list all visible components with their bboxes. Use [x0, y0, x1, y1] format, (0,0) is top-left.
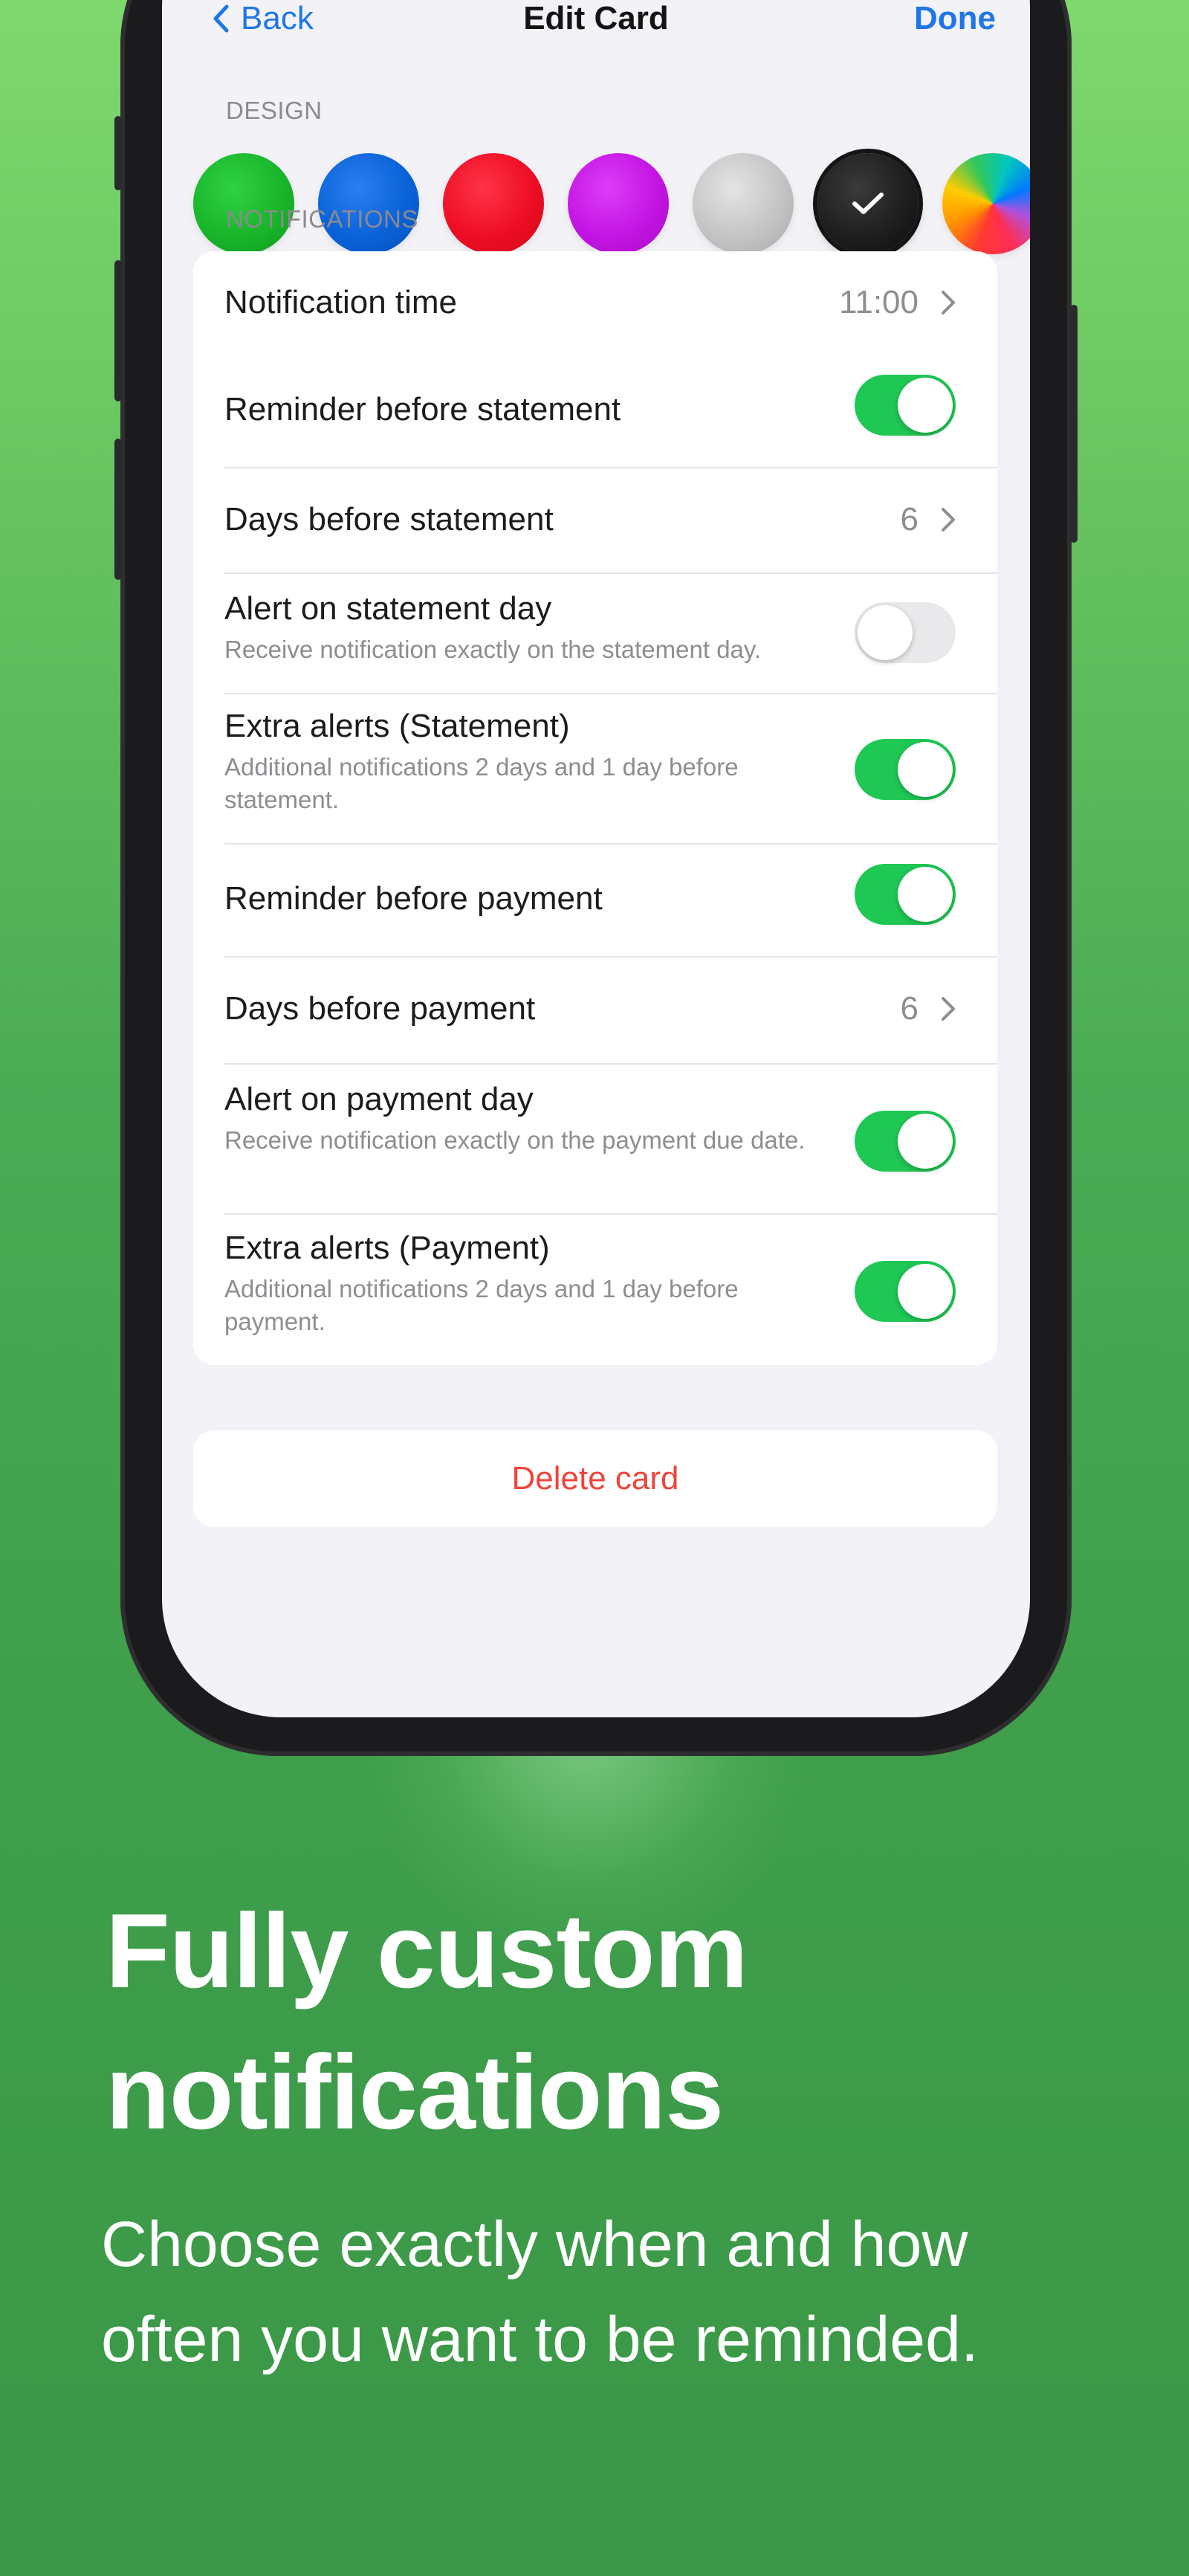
- reminder-before-payment-label: Reminder before payment: [224, 880, 603, 917]
- reminder-before-payment-toggle[interactable]: [855, 864, 956, 925]
- notification-time-value-text: 11:00: [839, 284, 919, 320]
- alert-on-payment-day-toggle[interactable]: [855, 1111, 956, 1172]
- delete-card-button[interactable]: Delete card: [193, 1430, 997, 1527]
- toggle-knob: [898, 378, 953, 433]
- headline-line-2: notifications: [106, 2033, 724, 2151]
- alert-on-statement-day-label: Alert on statement day: [224, 590, 552, 627]
- chevron-right-icon: [942, 997, 955, 1021]
- alert-on-statement-day-description: Receive notification exactly on the stat…: [224, 636, 762, 663]
- extra-alerts-payment-description: Additional notifications 2 days and 1 da…: [224, 1275, 739, 1335]
- headline-line-1: Fully custom: [106, 1892, 748, 2010]
- reminder-before-statement-toggle[interactable]: [855, 375, 956, 436]
- days-before-statement-row[interactable]: Days before statement 6: [193, 468, 997, 572]
- reminder-before-statement-row: Reminder before statement: [193, 355, 997, 459]
- days-before-payment-row[interactable]: Days before payment 6: [193, 958, 997, 1063]
- design-section-header: DESIGN: [226, 97, 323, 124]
- extra-alerts-statement-description: Additional notifications 2 days and 1 da…: [224, 753, 739, 813]
- days-before-statement-value[interactable]: 6: [901, 501, 956, 538]
- alert-on-payment-day-row: Alert on payment day Receive notificatio…: [193, 1065, 997, 1213]
- phone-side-button: [114, 116, 122, 190]
- notifications-section-header: NOTIFICATIONS: [226, 205, 418, 233]
- extra-alerts-payment-toggle[interactable]: [855, 1261, 956, 1322]
- page-title: Edit Card: [523, 0, 669, 36]
- phone-volume-up-button: [114, 260, 122, 401]
- extra-alerts-payment-row: Extra alerts (Payment) Additional notifi…: [193, 1215, 997, 1363]
- toggle-knob: [858, 605, 913, 660]
- swatch-green[interactable]: [193, 153, 294, 254]
- days-before-statement-label: Days before statement: [224, 501, 554, 538]
- swatch-black[interactable]: [817, 153, 919, 254]
- notification-time-row[interactable]: Notification time 11:00: [193, 251, 997, 355]
- swatch-purple[interactable]: [568, 153, 669, 254]
- alert-on-payment-day-label: Alert on payment day: [224, 1081, 534, 1117]
- swatch-rainbow[interactable]: [942, 153, 1030, 254]
- marketing-headline: Fully custom notifications: [106, 1881, 1072, 2163]
- phone-screen: Back Edit Card Done DESIGN NOTIFICATIONS: [162, 0, 1030, 1717]
- notifications-list: Notification time 11:00 Reminder before …: [193, 251, 997, 1365]
- extra-alerts-statement-label: Extra alerts (Statement): [224, 708, 570, 744]
- alert-on-payment-day-description: Receive notification exactly on the paym…: [224, 1126, 806, 1154]
- extra-alerts-payment-label: Extra alerts (Payment): [224, 1230, 550, 1266]
- toggle-knob: [898, 867, 953, 922]
- toggle-knob: [898, 742, 953, 797]
- checkmark-icon: [817, 153, 919, 254]
- phone-frame: Back Edit Card Done DESIGN NOTIFICATIONS: [114, 0, 1078, 1756]
- extra-alerts-statement-toggle[interactable]: [855, 739, 956, 800]
- reminder-before-statement-label: Reminder before statement: [224, 391, 621, 427]
- swatch-blue[interactable]: [318, 153, 419, 254]
- notification-time-label: Notification time: [224, 284, 458, 320]
- extra-alerts-statement-row: Extra alerts (Statement) Additional noti…: [193, 694, 997, 843]
- days-before-payment-value-text: 6: [900, 990, 919, 1027]
- done-button[interactable]: Done: [914, 0, 996, 37]
- swatch-silver[interactable]: [693, 153, 794, 254]
- notification-time-value[interactable]: 11:00: [839, 284, 956, 321]
- days-before-payment-value[interactable]: 6: [901, 990, 956, 1027]
- days-before-statement-value-text: 6: [900, 501, 919, 538]
- phone-power-button: [1070, 305, 1078, 543]
- toggle-knob: [898, 1114, 953, 1169]
- marketing-subtext: Choose exactly when and how often you wa…: [101, 2209, 979, 2375]
- toggle-knob: [898, 1264, 953, 1319]
- swatch-red[interactable]: [443, 153, 544, 254]
- chevron-right-icon: [942, 508, 955, 532]
- chevron-right-icon: [942, 291, 955, 314]
- reminder-before-payment-row: Reminder before payment: [193, 845, 997, 956]
- phone-volume-down-button: [114, 439, 122, 580]
- navigation-bar: Back Edit Card Done: [162, 0, 1030, 52]
- days-before-payment-label: Days before payment: [224, 990, 536, 1027]
- alert-on-statement-day-row: Alert on statement day Receive notificat…: [193, 574, 997, 693]
- alert-on-statement-day-toggle[interactable]: [855, 602, 956, 663]
